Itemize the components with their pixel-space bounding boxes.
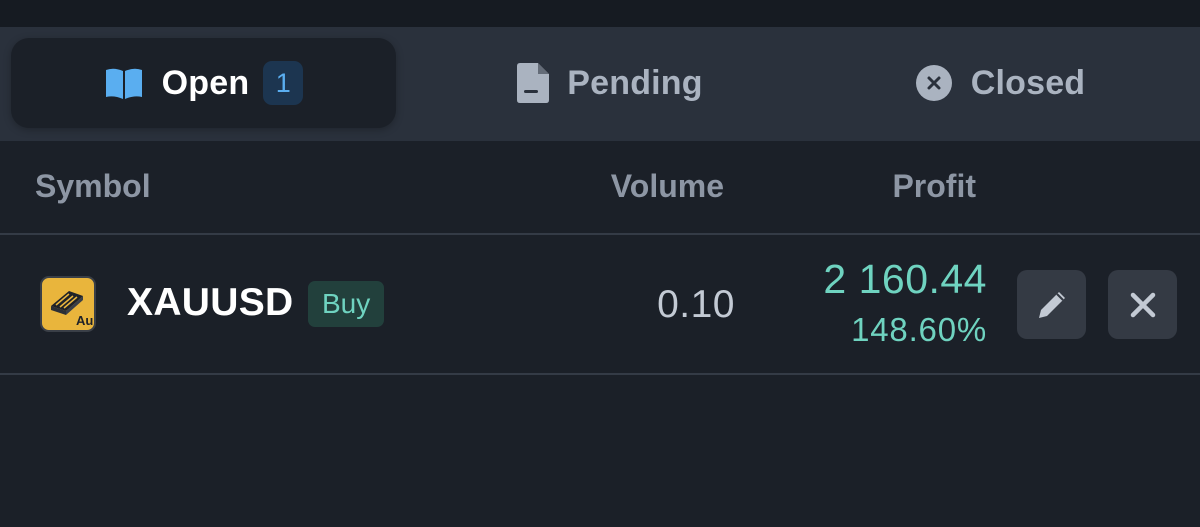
tab-open-label: Open: [161, 63, 250, 102]
document-icon: [517, 63, 550, 103]
tab-pending[interactable]: Pending: [420, 38, 800, 128]
gold-bar-icon: Au: [40, 276, 96, 332]
symbol-icon-text: Au: [76, 313, 93, 328]
book-icon: [104, 66, 144, 100]
edit-button[interactable]: [1017, 270, 1086, 339]
tab-pending-label: Pending: [567, 63, 703, 102]
close-icon: [1128, 290, 1158, 320]
tab-bar: Open 1 Pending Closed: [0, 27, 1200, 141]
column-volume: Volume: [610, 168, 724, 204]
column-symbol: Symbol: [35, 168, 151, 204]
profit-amount: 2 160.44: [823, 256, 987, 302]
close-position-button[interactable]: [1108, 270, 1177, 339]
table-header: Symbol Volume Profit: [0, 141, 1200, 233]
column-profit: Profit: [892, 168, 976, 204]
profit-cell: 2 160.44 148.60%: [823, 255, 987, 353]
top-bar: [0, 0, 1200, 27]
volume-value: 0.10: [657, 283, 735, 326]
tab-closed-label: Closed: [970, 63, 1086, 102]
profit-percent: 148.60%: [851, 311, 987, 348]
open-count-badge: 1: [263, 61, 304, 105]
side-badge: Buy: [308, 281, 385, 327]
tab-open[interactable]: Open 1: [11, 38, 396, 128]
symbol-name: XAUUSD: [127, 281, 294, 324]
table-row[interactable]: Au XAUUSD Buy 0.10 2 160.44 148.60%: [0, 235, 1200, 373]
row-divider: [0, 373, 1200, 375]
edit-icon: [1033, 286, 1071, 324]
x-circle-icon: [915, 64, 953, 102]
tab-closed[interactable]: Closed: [810, 38, 1190, 128]
